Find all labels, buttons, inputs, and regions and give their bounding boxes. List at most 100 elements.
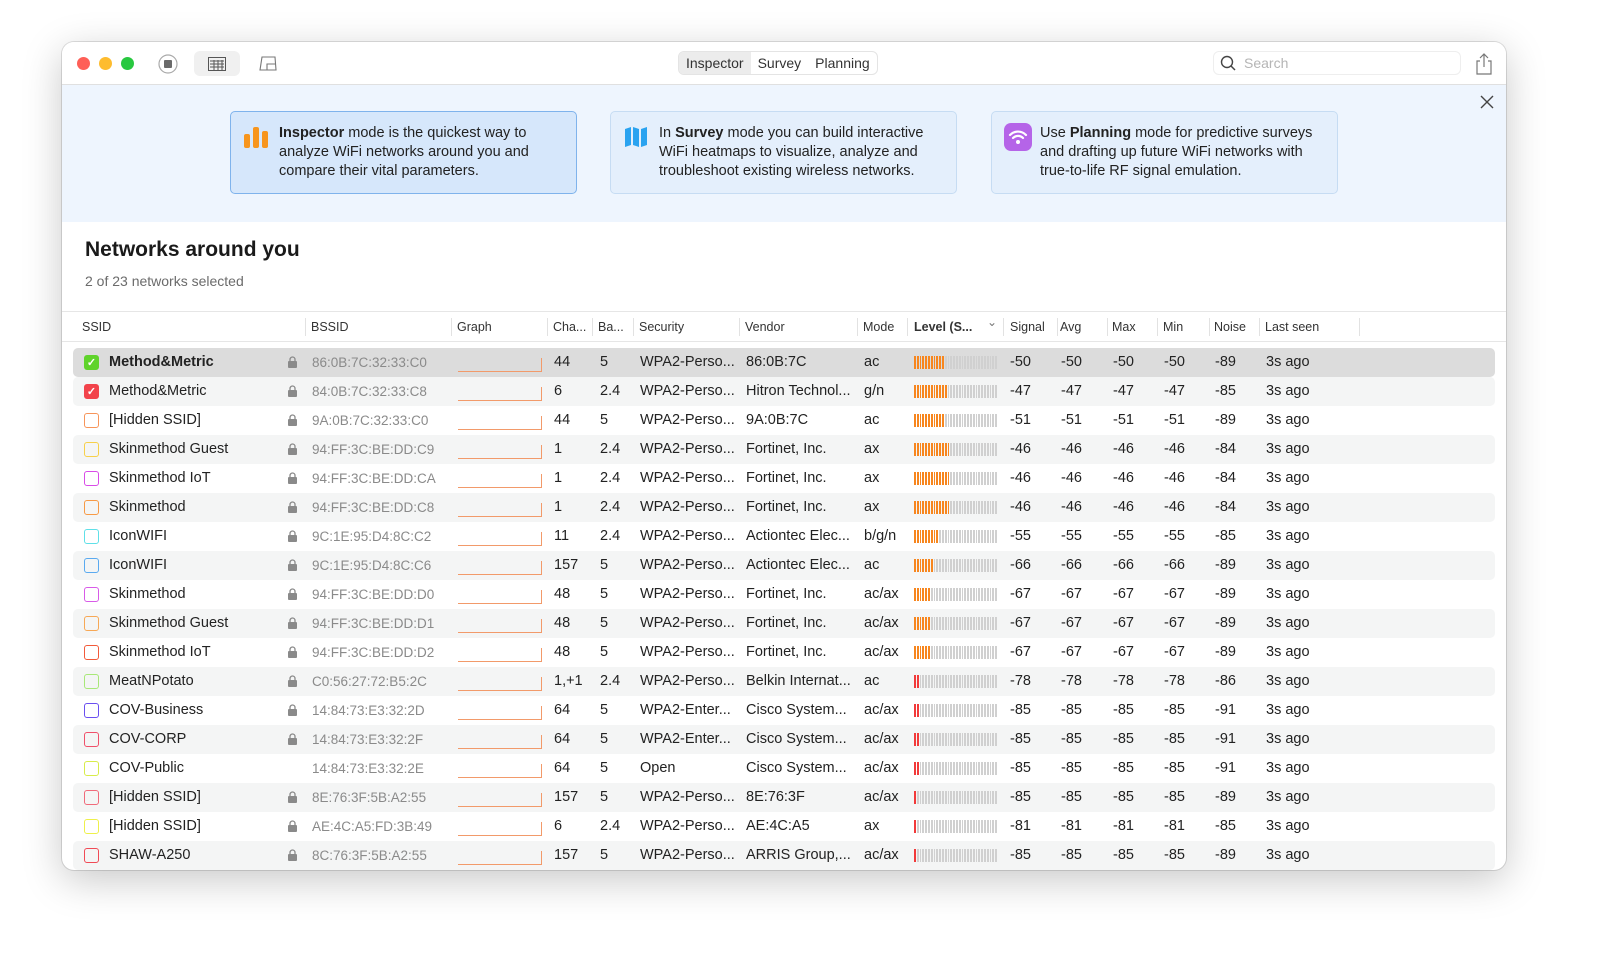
row-checkbox[interactable]	[84, 848, 99, 863]
column-divider[interactable]	[907, 318, 908, 336]
close-icon[interactable]	[1480, 95, 1494, 109]
column-divider[interactable]	[592, 318, 593, 336]
column-divider[interactable]	[739, 318, 740, 336]
row-checkbox[interactable]	[84, 529, 99, 544]
column-header-graph[interactable]: Graph	[457, 320, 492, 334]
row-checkbox[interactable]	[84, 790, 99, 805]
bssid-cell: 14:84:73:E3:32:2D	[312, 703, 425, 718]
table-row[interactable]: Skinmethod Guest 94:FF:3C:BE:DD:C9 1 2.4 WPA…	[73, 435, 1495, 464]
planning-info-card[interactable]: Use Planning mode for predictive surveys…	[991, 111, 1338, 194]
column-divider[interactable]	[1107, 318, 1108, 336]
column-header-ssid[interactable]: SSID	[82, 320, 111, 334]
level-tick	[995, 646, 997, 659]
survey-info-card[interactable]: In Survey mode you can build interactive…	[610, 111, 957, 194]
close-window-button[interactable]	[77, 57, 90, 70]
table-row[interactable]: COV-Public 14:84:73:E3:32:2E 64 5 Open Cisco …	[73, 754, 1495, 783]
table-row[interactable]: IconWIFI 9C:1E:95:D4:8C:C6 157 5 WPA2-Perso.…	[73, 551, 1495, 580]
row-checkbox[interactable]	[84, 674, 99, 689]
level-tick	[950, 617, 953, 630]
column-header-level-s[interactable]: Level (S...	[914, 320, 972, 334]
column-divider[interactable]	[1157, 318, 1158, 336]
row-checkbox[interactable]	[84, 413, 99, 428]
table-row[interactable]: [Hidden SSID] 9A:0B:7C:32:33:C0 44 5 WPA2-Pe…	[73, 406, 1495, 435]
row-checkbox[interactable]	[84, 587, 99, 602]
minimize-window-button[interactable]	[99, 57, 112, 70]
column-header-avg[interactable]: Avg	[1060, 320, 1081, 334]
level-tick	[947, 849, 950, 862]
column-header-vendor[interactable]: Vendor	[745, 320, 785, 334]
tab-survey[interactable]: Survey	[751, 52, 809, 74]
column-header-bssid[interactable]: BSSID	[311, 320, 349, 334]
tab-inspector[interactable]: Inspector	[679, 52, 751, 74]
search-field[interactable]: Search	[1213, 51, 1461, 75]
row-checkbox[interactable]: ✓	[84, 384, 99, 399]
row-checkbox[interactable]: ✓	[84, 355, 99, 370]
column-divider[interactable]	[1259, 318, 1260, 336]
row-checkbox[interactable]	[84, 471, 99, 486]
row-checkbox[interactable]	[84, 819, 99, 834]
signal-cell: -78	[1010, 673, 1031, 689]
stop-button[interactable]	[155, 51, 181, 76]
column-header-last-seen[interactable]: Last seen	[1265, 320, 1319, 334]
table-view-button[interactable]	[194, 51, 240, 76]
row-checkbox[interactable]	[84, 761, 99, 776]
column-divider[interactable]	[305, 318, 306, 336]
column-divider[interactable]	[633, 318, 634, 336]
column-divider[interactable]	[547, 318, 548, 336]
share-icon[interactable]	[1475, 53, 1493, 75]
column-divider[interactable]	[1057, 318, 1058, 336]
table-row[interactable]: [Hidden SSID] 8E:76:3F:5B:A2:55 157 5 WPA2-P…	[73, 783, 1495, 812]
row-checkbox[interactable]	[84, 616, 99, 631]
tab-planning[interactable]: Planning	[808, 52, 877, 74]
column-divider[interactable]	[857, 318, 858, 336]
row-checkbox[interactable]	[84, 558, 99, 573]
level-tick	[947, 443, 950, 456]
column-divider[interactable]	[1359, 318, 1360, 336]
table-row[interactable]: Skinmethod IoT 94:FF:3C:BE:DD:CA 1 2.4 WPA2-…	[73, 464, 1495, 493]
column-header-min[interactable]: Min	[1163, 320, 1183, 334]
column-header-security[interactable]: Security	[639, 320, 684, 334]
column-header-cha[interactable]: Cha...	[553, 320, 586, 334]
ch-cell: 1	[554, 470, 563, 486]
column-header-ba[interactable]: Ba...	[598, 320, 624, 334]
table-row[interactable]: Skinmethod 94:FF:3C:BE:DD:C8 1 2.4 WPA2-Pers…	[73, 493, 1495, 522]
row-checkbox[interactable]	[84, 442, 99, 457]
column-divider[interactable]	[1209, 318, 1210, 336]
column-header-max[interactable]: Max	[1112, 320, 1136, 334]
level-tick	[925, 588, 927, 601]
inspector-info-card[interactable]: Inspector mode is the quickest way to an…	[230, 111, 577, 194]
table-row[interactable]: Skinmethod 94:FF:3C:BE:DD:D0 48 5 WPA2-Perso…	[73, 580, 1495, 609]
table-row[interactable]: SHAW-A250 8C:76:3F:5B:A2:55 157 5 WPA2-Perso…	[73, 841, 1495, 870]
table-row[interactable]: COV-CORP 14:84:73:E3:32:2F 64 5 WPA2-Enter..…	[73, 725, 1495, 754]
table-row[interactable]: MeatNPotato C0:56:27:72:B5:2C 1,+1 2.4 WPA2-…	[73, 667, 1495, 696]
column-header-signal[interactable]: Signal	[1010, 320, 1045, 334]
chevron-down-icon: ⌄	[987, 315, 998, 329]
level-tick	[986, 588, 989, 601]
table-row[interactable]: Skinmethod IoT 94:FF:3C:BE:DD:D2 48 5 WPA2-P…	[73, 638, 1495, 667]
table-row[interactable]: IconWIFI 9C:1E:95:D4:8C:C2 11 2.4 WPA2-Perso…	[73, 522, 1495, 551]
column-header-mode[interactable]: Mode	[863, 320, 894, 334]
level-tick	[983, 733, 986, 746]
column-header-noise[interactable]: Noise	[1214, 320, 1246, 334]
table-row[interactable]: Skinmethod Guest 94:FF:3C:BE:DD:D1 48 5 WPA2…	[73, 609, 1495, 638]
level-tick	[925, 530, 927, 543]
band-cell: 2.4	[600, 383, 621, 399]
sidebar-toggle-button[interactable]	[254, 51, 282, 76]
row-checkbox[interactable]	[84, 645, 99, 660]
row-checkbox[interactable]	[84, 703, 99, 718]
row-checkbox[interactable]	[84, 732, 99, 747]
table-row[interactable]: ✓ Method&Metric 84:0B:7C:32:33:C8 6 2.4 WPA2-…	[73, 377, 1495, 406]
zoom-window-button[interactable]	[121, 57, 134, 70]
level-tick	[955, 443, 958, 456]
row-checkbox[interactable]	[84, 500, 99, 515]
vendor-cell: 9A:0B:7C	[746, 412, 809, 428]
signal-graph	[458, 358, 542, 372]
table-row[interactable]: [Hidden SSID] AE:4C:A5:FD:3B:49 6 2.4 WPA2-P…	[73, 812, 1495, 841]
ch-cell: 64	[554, 702, 571, 718]
column-divider[interactable]	[1003, 318, 1004, 336]
column-divider[interactable]	[451, 318, 452, 336]
table-row[interactable]: ✓ Method&Metric 86:0B:7C:32:33:C0 44 5 WPA2-P…	[73, 348, 1495, 377]
level-tick	[947, 675, 950, 688]
table-row[interactable]: COV-Business 14:84:73:E3:32:2D 64 5 WPA2-Ent…	[73, 696, 1495, 725]
level-tick	[939, 588, 941, 601]
